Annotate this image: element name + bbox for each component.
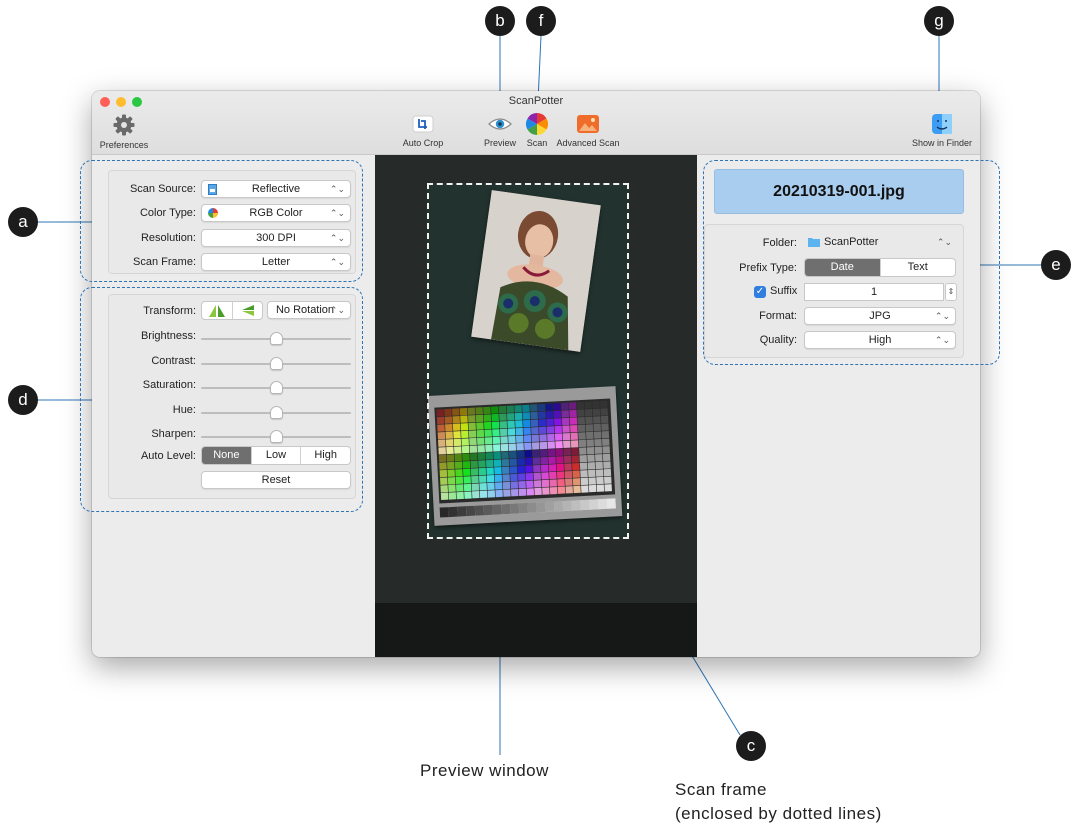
callout-e: e (1041, 250, 1071, 280)
callout-g: g (924, 6, 954, 36)
photo-icon (577, 115, 599, 133)
callout-c: c (736, 731, 766, 761)
window-title: ScanPotter (508, 95, 564, 107)
scan-frame[interactable] (427, 183, 629, 539)
advanced-scan-button[interactable]: Advanced Scan (552, 113, 624, 148)
gear-icon (113, 114, 135, 136)
annotation-box-e (703, 160, 1000, 365)
eye-icon (488, 118, 512, 130)
preview-button[interactable]: Preview (480, 113, 520, 148)
annotation-box-d (80, 287, 363, 512)
preview-label: Preview (483, 138, 516, 148)
auto-crop-label: Auto Crop (402, 138, 444, 148)
preview-window (375, 155, 697, 657)
advanced-scan-label: Advanced Scan (556, 138, 620, 148)
scan-button[interactable]: Scan (522, 113, 552, 148)
color-wheel-icon (526, 113, 548, 135)
finder-icon (932, 114, 952, 134)
annotation-box-a (80, 160, 363, 282)
preferences-label: Preferences (99, 140, 149, 150)
toolbar: ScanPotter Preferences Auto Crop Preview… (92, 91, 980, 155)
scan-bed-bottom (375, 603, 697, 657)
callout-a: a (8, 207, 38, 237)
show-in-finder-label: Show in Finder (911, 138, 973, 148)
auto-crop-button[interactable]: Auto Crop (398, 113, 448, 148)
callout-f: f (526, 6, 556, 36)
show-in-finder-button[interactable]: Show in Finder (908, 113, 976, 148)
caption-scan-frame: Scan frame (675, 780, 767, 799)
scan-label: Scan (526, 138, 548, 148)
caption-scan-frame-detail: (enclosed by dotted lines) (675, 804, 882, 823)
preferences-button[interactable]: Preferences (96, 113, 152, 150)
caption-preview-window: Preview window (420, 761, 549, 780)
crop-icon (412, 115, 434, 133)
callout-b: b (485, 6, 515, 36)
callout-d: d (8, 385, 38, 415)
